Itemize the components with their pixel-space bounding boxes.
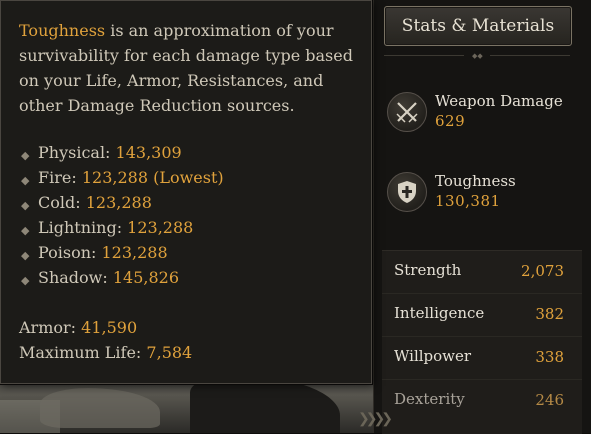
attributes-list: Strength 2,073 Intelligence 382 Willpowe… [382,250,582,434]
ornament-line [490,55,570,56]
attribute-value: 382 [535,305,564,323]
list-item: ◆ Fire: 123,288 (Lowest) [21,168,361,193]
ornament-line [384,55,464,56]
armor-line: Armor: 41,590 [19,318,192,343]
attribute-row-strength[interactable]: Strength 2,073 [382,251,582,294]
bullet-icon: ◆ [21,149,30,162]
tooltip-keyword: Toughness [19,21,106,40]
bullet-icon: ◆ [21,274,30,287]
list-item: ◆ Physical: 143,309 [21,143,361,168]
crossed-swords-icon [387,92,427,132]
toughness-tooltip: Toughness is an approximation of your su… [0,0,372,384]
weapon-damage-value: 629 [435,112,466,130]
damage-type-value: 145,826 [112,268,180,287]
bullet-icon: ◆ [21,224,30,237]
damage-type-label: Lightning: [38,218,123,237]
tooltip-extra-stats: Armor: 41,590 Maximum Life: 7,584 [19,318,192,368]
damage-type-value: 143,309 [115,143,182,162]
weapon-damage-label: Weapon Damage [435,92,563,110]
bullet-icon: ◆ [21,199,30,212]
tab-ornament: ◆◆ [384,52,570,60]
attribute-row-intelligence[interactable]: Intelligence 382 [382,294,582,337]
damage-type-label: Physical: [38,143,111,162]
attribute-name: Strength [394,261,462,279]
damage-type-value: 123,288 [85,193,152,212]
list-item: ◆ Lightning: 123,288 [21,218,361,243]
max-life-value: 7,584 [146,343,193,362]
chevron-right-icon: ❯❯❯❯ [358,411,393,427]
shield-icon [387,172,427,212]
max-life-label: Maximum Life: [19,343,142,362]
attribute-name: Willpower [394,347,472,365]
stats-materials-tab[interactable]: Stats & Materials [384,6,572,46]
damage-type-label: Poison: [38,243,97,262]
tooltip-description: Toughness is an approximation of your su… [19,18,364,118]
armor-label: Armor: [19,318,77,337]
list-item: ◆ Cold: 123,288 [21,193,361,218]
damage-type-label: Fire: [38,168,77,187]
attribute-value: 246 [535,391,564,409]
damage-type-list: ◆ Physical: 143,309 ◆ Fire: 123,288 (Lowes… [21,143,361,293]
list-item: ◆ Shadow: 145,826 [21,268,361,293]
toughness-value: 130,381 [435,192,501,210]
armor-value: 41,590 [81,318,138,337]
world-rock [40,388,160,428]
list-item: ◆ Poison: 123,288 [21,243,361,268]
weapon-damage-stat[interactable]: Weapon Damage 629 [387,92,577,142]
damage-type-value: 123,288 (Lowest) [81,168,224,187]
attribute-name: Intelligence [394,304,485,322]
attribute-value: 338 [535,348,564,366]
toughness-label: Toughness [435,172,516,190]
damage-type-value: 123,288 [101,243,168,262]
damage-type-value: 123,288 [127,218,194,237]
max-life-line: Maximum Life: 7,584 [19,343,192,368]
stats-panel: Stats & Materials ◆◆ Weapon Damage 629 T… [373,0,591,434]
attribute-value: 2,073 [521,262,564,280]
damage-type-label: Cold: [38,193,81,212]
attribute-row-dexterity[interactable]: Dexterity 246 [382,380,582,422]
tab-label: Stats & Materials [401,16,555,36]
bullet-icon: ◆ [21,174,30,187]
damage-type-label: Shadow: [38,268,108,287]
attribute-row-willpower[interactable]: Willpower 338 [382,337,582,380]
toughness-stat[interactable]: Toughness 130,381 [387,172,577,222]
bullet-icon: ◆ [21,249,30,262]
attribute-name: Dexterity [394,390,465,408]
diamond-ornament-icon: ◆◆ [472,52,483,60]
